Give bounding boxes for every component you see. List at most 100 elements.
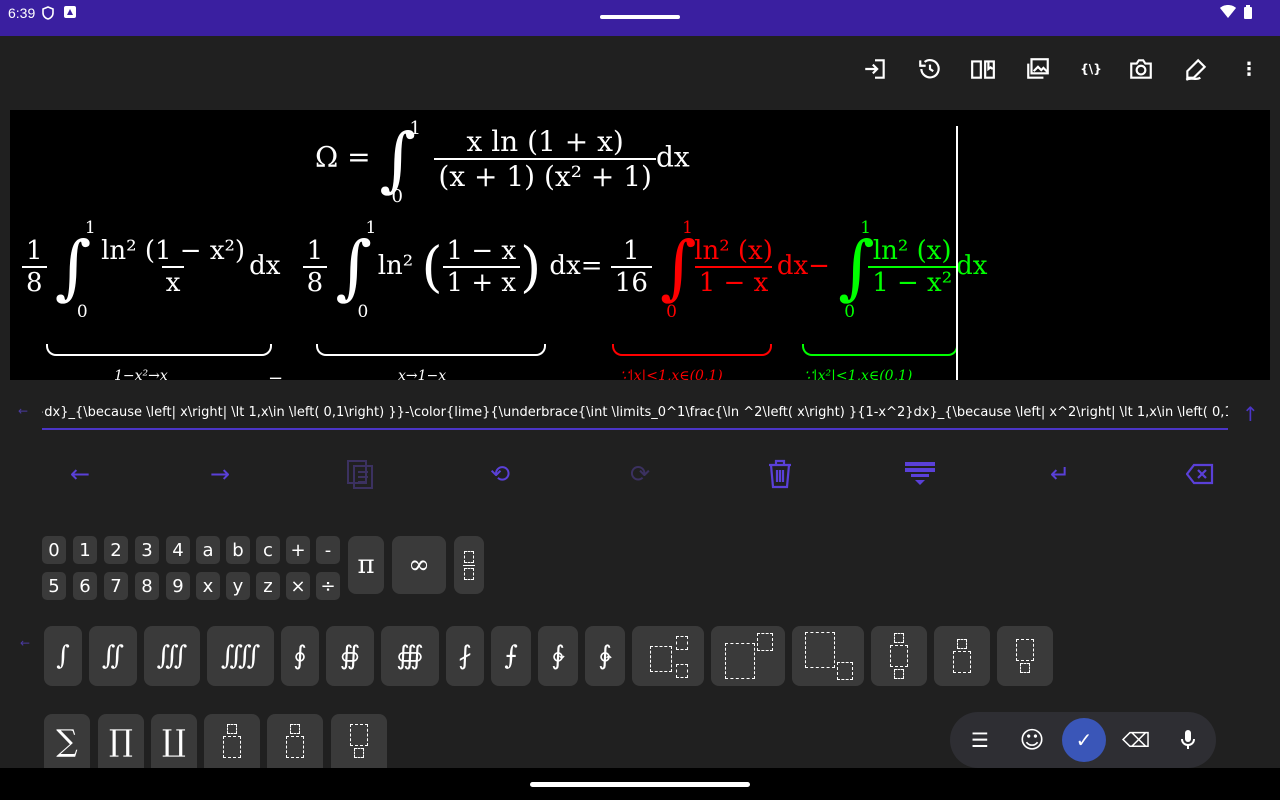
book-icon[interactable] [968,54,998,84]
row-scroll-marker[interactable]: ← [20,636,30,650]
enter-icon[interactable] [860,54,890,84]
key-integral-dash[interactable]: ⨍ [491,626,531,686]
enter-key-icon[interactable]: ↵ [1040,456,1080,492]
key-coproduct[interactable]: ∐ [151,714,197,768]
key-volume-integral[interactable]: ∰ [381,626,439,686]
key-surface-integral[interactable]: ∯ [326,626,374,686]
mic-icon[interactable] [1172,724,1204,756]
key-3[interactable]: 3 [135,536,159,564]
menu-icon[interactable]: ☰ [964,724,996,756]
brace-label-4: ∵|x²|<1,x∈(0,1) [804,368,913,380]
key-contour-integral[interactable]: ∮ [281,626,319,686]
latex-input-text: }dx}_{\because \left| x\right| \lt 1,x\i… [42,405,1228,420]
trash-icon[interactable] [760,456,800,492]
arrow-right-icon[interactable]: → [200,456,240,492]
history-icon[interactable] [915,54,945,84]
key-product[interactable]: ∏ [98,714,144,768]
key-integral-avg[interactable]: ⨏ [446,626,484,686]
key-triple-integral[interactable]: ∭ [144,626,200,686]
key-over-under-template[interactable] [871,626,927,686]
key-under-template[interactable] [997,626,1053,686]
key-0[interactable]: 0 [42,536,66,564]
key-double-integral[interactable]: ∬ [89,626,137,686]
copy-icon[interactable] [340,456,380,492]
floating-input-bar: ☰ ☺ ✓ ⌫ [950,712,1216,768]
more-icon[interactable]: ⋮ [1234,54,1264,84]
key-sub-sup-template[interactable] [632,626,704,686]
underbrace-2 [316,344,546,356]
key-over-template[interactable] [934,626,990,686]
brace-label-3: ∵|x|<1,x∈(0,1) [620,368,723,380]
key-superscript-template[interactable] [711,626,785,686]
key-fraction-template[interactable] [454,536,484,594]
key-minus[interactable]: - [316,536,340,564]
scroll-up-icon[interactable]: ↑ [1242,402,1259,426]
key-a[interactable]: a [196,536,220,564]
integral-symbol: ∫ 1 0 [379,118,421,207]
gallery-icon[interactable] [1023,54,1053,84]
key-integral[interactable]: ∫ [44,626,82,686]
brace-label-1: 1−x²→x [114,368,168,380]
key-pi[interactable]: π [348,536,384,594]
underbrace-3 [612,344,772,356]
key-y[interactable]: y [226,572,250,600]
math-preview: Ω = ∫ 1 0 x ln (1 + x) (x + 1) (x² + 1) … [10,110,1270,380]
edit-bar: ← → ⟲ ⟳ ↵ [0,448,1280,496]
status-time: 6:39 [8,5,36,21]
brace-label-2: x→1−x [398,368,447,380]
handwriting-icon[interactable] [1181,54,1211,84]
notification-icon [64,6,76,22]
key-4[interactable]: 4 [166,536,190,564]
key-clockwise-contour[interactable]: ∲ [538,626,578,686]
backspace-icon[interactable] [1180,456,1220,492]
latex-input-row: ← }dx}_{\because \left| x\right| \lt 1,x… [0,398,1280,432]
latex-input-field[interactable]: }dx}_{\because \left| x\right| \lt 1,x\i… [42,398,1228,430]
key-over-under-sum-template[interactable] [204,714,260,768]
omega-lhs: Ω = [315,140,371,174]
underbrace-4 [802,344,958,356]
red-term: ∫ 1 0 ln² (x) 1 − x dx− [660,218,830,322]
key-anticlockwise-contour[interactable]: ∳ [585,626,625,686]
key-9[interactable]: 9 [166,572,190,600]
key-quadruple-integral[interactable]: ⨌ [207,626,274,686]
undo-icon[interactable]: ⟲ [480,456,520,492]
arrow-left-icon[interactable]: ← [60,456,100,492]
lime-term: ∫ 1 0 ln² (x) 1 − x² dx [838,218,988,322]
scroll-left-marker[interactable]: ← [18,404,28,418]
key-over-sum-template[interactable] [267,714,323,768]
preview-cursor [956,126,958,380]
key-2[interactable]: 2 [104,536,128,564]
key-c[interactable]: c [256,536,280,564]
key-sum[interactable]: ∑ [44,714,90,768]
integrand-fraction: x ln (1 + x) (x + 1) (x² + 1) [434,125,656,193]
key-b[interactable]: b [226,536,250,564]
emoji-icon[interactable]: ☺ [1016,724,1048,756]
equation-expansion: 18 ∫ 1 0 ln² (1 − x²) x dx 18 ∫ 1 0 ln² (1… [22,218,988,322]
key-divide[interactable]: ÷ [316,572,340,600]
key-5[interactable]: 5 [42,572,66,600]
code-braces-icon[interactable]: {\} [1076,54,1106,84]
home-handle[interactable] [530,782,750,787]
key-x[interactable]: x [196,572,220,600]
key-6[interactable]: 6 [73,572,97,600]
key-times[interactable]: × [286,572,310,600]
redo-icon[interactable]: ⟳ [620,456,660,492]
camera-icon[interactable] [1126,54,1156,84]
key-8[interactable]: 8 [135,572,159,600]
key-under-sum-template[interactable] [331,714,387,768]
backspace-icon-fab[interactable]: ⌫ [1120,724,1152,756]
key-plus[interactable]: + [286,536,310,564]
top-toolbar: {\} ⋮ [0,36,1280,100]
key-1[interactable]: 1 [73,536,97,564]
status-bar: 6:39 [0,0,1280,36]
key-infinity[interactable]: ∞ [392,536,446,594]
navigation-bar [0,768,1280,800]
status-pill [600,15,680,19]
check-icon[interactable]: ✓ [1062,718,1106,762]
key-subscript-template[interactable] [792,626,864,686]
key-z[interactable]: z [256,572,280,600]
vpn-shield-icon [42,6,54,24]
key-7[interactable]: 7 [104,572,128,600]
battery-icon [1244,5,1252,23]
keyboard-hide-icon[interactable] [900,456,940,492]
